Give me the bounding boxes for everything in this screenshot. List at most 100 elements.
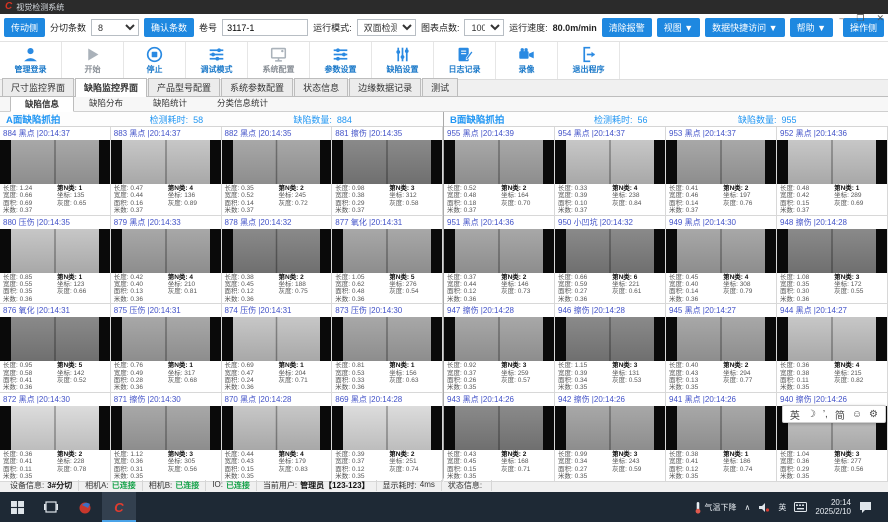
defect-cell[interactable]: 947 擦伤 |20:14:28长度: 0.92宽度: 0.37面积: 0.26… xyxy=(444,304,555,393)
sub-tab-0[interactable]: 缺陷信息 xyxy=(10,96,74,112)
defect-cell[interactable]: 949 黑点 |20:14:30长度: 0.45宽度: 0.40面积: 0.14… xyxy=(666,216,777,305)
data-quick-access-button[interactable]: 数据快捷访问 ▼ xyxy=(705,18,784,37)
start-button[interactable] xyxy=(0,492,34,522)
close-icon[interactable]: ✕ xyxy=(876,13,884,24)
defect-cell[interactable]: 877 氧化 |20:14:31长度: 1.05宽度: 0.62面积: 0.48… xyxy=(332,216,443,305)
main-tab-1[interactable]: 缺陷监控界面 xyxy=(75,78,147,97)
defect-cell[interactable]: 875 压伤 |20:14:31长度: 0.76宽度: 0.49面积: 0.28… xyxy=(111,304,222,393)
defect-image[interactable] xyxy=(332,140,442,184)
taskbar-clock[interactable]: 20:14 2025/2/10 xyxy=(815,498,851,516)
ribbon-button-user[interactable]: 管理登录 xyxy=(0,42,62,79)
taskbar-app-paint[interactable] xyxy=(68,492,102,522)
defect-cell[interactable]: 953 黑点 |20:14:37长度: 0.41宽度: 0.46面积: 0.14… xyxy=(666,127,777,216)
defect-cell[interactable]: 876 氧化 |20:14:31长度: 0.95宽度: 0.58面积: 0.41… xyxy=(0,304,111,393)
defect-image[interactable] xyxy=(332,317,442,361)
ribbon-button-camera[interactable]: 录像 xyxy=(496,42,558,79)
defect-image[interactable] xyxy=(444,406,554,450)
ime-item-0[interactable]: 英 xyxy=(790,407,800,422)
defect-image[interactable] xyxy=(444,229,554,273)
defect-cell[interactable]: 871 擦伤 |20:14:30长度: 1.12宽度: 0.36面积: 0.31… xyxy=(111,393,222,482)
defect-cell[interactable]: 942 擦伤 |20:14:26长度: 0.99宽度: 0.34面积: 0.27… xyxy=(555,393,666,482)
defect-cell[interactable]: 873 压伤 |20:14:30长度: 0.81宽度: 0.53面积: 0.33… xyxy=(332,304,443,393)
weather-widget[interactable]: 气温下降 xyxy=(694,501,737,514)
task-view-button[interactable] xyxy=(34,492,68,522)
defect-cell[interactable]: 883 黑点 |20:14:37长度: 0.47宽度: 0.44面积: 0.16… xyxy=(111,127,222,216)
confirm-count-button[interactable]: 确认条数 xyxy=(144,18,194,37)
language-indicator[interactable]: 英 xyxy=(778,502,786,513)
defect-cell[interactable]: 874 压伤 |20:14:31长度: 0.69宽度: 0.47面积: 0.24… xyxy=(222,304,333,393)
defect-image[interactable] xyxy=(555,406,665,450)
defect-cell[interactable]: 952 黑点 |20:14:36长度: 0.48宽度: 0.42面积: 0.15… xyxy=(777,127,888,216)
defect-image[interactable] xyxy=(555,140,665,184)
defect-cell[interactable]: 884 黑点 |20:14:37长度: 1.24宽度: 0.66面积: 0.69… xyxy=(0,127,111,216)
main-tab-6[interactable]: 测试 xyxy=(422,78,458,96)
defect-cell[interactable]: 945 黑点 |20:14:27长度: 0.40宽度: 0.43面积: 0.13… xyxy=(666,304,777,393)
main-tab-5[interactable]: 边缘数据记录 xyxy=(349,78,421,96)
ribbon-button-debug-sliders[interactable]: 调试模式 xyxy=(186,42,248,79)
defect-image[interactable] xyxy=(666,406,776,450)
keyboard-icon[interactable] xyxy=(794,502,807,512)
ime-item-3[interactable]: 简 xyxy=(835,407,845,422)
speaker-muted-icon[interactable] xyxy=(758,502,770,513)
main-tab-3[interactable]: 系统参数配置 xyxy=(221,78,293,96)
defect-image[interactable] xyxy=(777,317,887,361)
run-mode-select[interactable]: 双面检测 xyxy=(357,19,416,36)
drive-side-button[interactable]: 传动侧 xyxy=(4,18,45,37)
defect-image[interactable] xyxy=(332,406,442,450)
main-tab-4[interactable]: 状态信息 xyxy=(294,78,348,96)
defect-cell[interactable]: 954 黑点 |20:14:37长度: 0.33宽度: 0.39面积: 0.10… xyxy=(555,127,666,216)
defect-image[interactable] xyxy=(111,140,221,184)
defect-cell[interactable]: 950 小凹坑 |20:14:32长度: 0.66宽度: 0.59面积: 0.2… xyxy=(555,216,666,305)
defect-cell[interactable]: 946 擦伤 |20:14:28长度: 1.15宽度: 0.39面积: 0.34… xyxy=(555,304,666,393)
defect-image[interactable] xyxy=(222,140,332,184)
defect-cell[interactable]: 944 黑点 |20:14:27长度: 0.36宽度: 0.38面积: 0.11… xyxy=(777,304,888,393)
ribbon-button-play[interactable]: 开始 xyxy=(62,42,124,79)
notification-center-icon[interactable] xyxy=(859,501,872,513)
defect-image[interactable] xyxy=(777,140,887,184)
minimize-icon[interactable]: – xyxy=(839,13,844,24)
sub-tab-3[interactable]: 分类信息统计 xyxy=(202,95,283,111)
ime-item-4[interactable]: ☺ xyxy=(852,409,862,420)
defect-image[interactable] xyxy=(111,317,221,361)
roll-number-input[interactable] xyxy=(222,19,308,36)
defect-image[interactable] xyxy=(0,317,110,361)
ribbon-button-defect-sliders[interactable]: 缺陷设置 xyxy=(372,42,434,79)
defect-image[interactable] xyxy=(555,229,665,273)
defect-image[interactable] xyxy=(222,317,332,361)
tray-chevron-icon[interactable]: ∧ xyxy=(745,503,751,512)
defect-image[interactable] xyxy=(555,317,665,361)
defect-image[interactable] xyxy=(777,229,887,273)
sub-tab-1[interactable]: 缺陷分布 xyxy=(74,95,138,111)
defect-image[interactable] xyxy=(0,406,110,450)
defect-cell[interactable]: 869 黑点 |20:14:28长度: 0.39宽度: 0.37面积: 0.12… xyxy=(332,393,443,482)
defect-image[interactable] xyxy=(332,229,442,273)
clear-alarm-button[interactable]: 清除报警 xyxy=(602,18,652,37)
defect-cell[interactable]: 878 黑点 |20:14:32长度: 0.38宽度: 0.45面积: 0.12… xyxy=(222,216,333,305)
defect-cell[interactable]: 881 擦伤 |20:14:35长度: 0.98宽度: 0.38面积: 0.29… xyxy=(332,127,443,216)
ime-item-5[interactable]: ⚙ xyxy=(869,409,878,420)
defect-image[interactable] xyxy=(222,229,332,273)
ribbon-button-monitor[interactable]: 系统配置 xyxy=(248,42,310,79)
help-menu-button[interactable]: 帮助 ▼ xyxy=(790,18,833,37)
defect-image[interactable] xyxy=(0,140,110,184)
defect-image[interactable] xyxy=(444,317,554,361)
defect-cell[interactable]: 955 黑点 |20:14:39长度: 0.52宽度: 0.48面积: 0.18… xyxy=(444,127,555,216)
ime-item-2[interactable]: ’, xyxy=(823,409,828,420)
defect-cell[interactable]: 941 黑点 |20:14:26长度: 0.38宽度: 0.41面积: 0.12… xyxy=(666,393,777,482)
defect-cell[interactable]: 870 黑点 |20:14:28长度: 0.44宽度: 0.43面积: 0.15… xyxy=(222,393,333,482)
defect-cell[interactable]: 943 黑点 |20:14:26长度: 0.43宽度: 0.45面积: 0.15… xyxy=(444,393,555,482)
sub-tab-2[interactable]: 缺陷统计 xyxy=(138,95,202,111)
defect-cell[interactable]: 882 黑点 |20:14:35长度: 0.35宽度: 0.52面积: 0.14… xyxy=(222,127,333,216)
ribbon-button-log[interactable]: 日志记录 xyxy=(434,42,496,79)
chart-points-select[interactable]: 100 xyxy=(464,19,504,36)
defect-image[interactable] xyxy=(222,406,332,450)
main-tab-0[interactable]: 尺寸监控界面 xyxy=(2,78,74,96)
defect-image[interactable] xyxy=(111,229,221,273)
ime-item-1[interactable]: ☽ xyxy=(807,409,816,420)
defect-image[interactable] xyxy=(0,229,110,273)
defect-cell[interactable]: 948 擦伤 |20:14:28长度: 1.08宽度: 0.35面积: 0.30… xyxy=(777,216,888,305)
ribbon-button-params-sliders[interactable]: 参数设置 xyxy=(310,42,372,79)
defect-cell[interactable]: 951 黑点 |20:14:36长度: 0.37宽度: 0.44面积: 0.12… xyxy=(444,216,555,305)
defect-image[interactable] xyxy=(111,406,221,450)
main-tab-2[interactable]: 产品型号配置 xyxy=(148,78,220,96)
